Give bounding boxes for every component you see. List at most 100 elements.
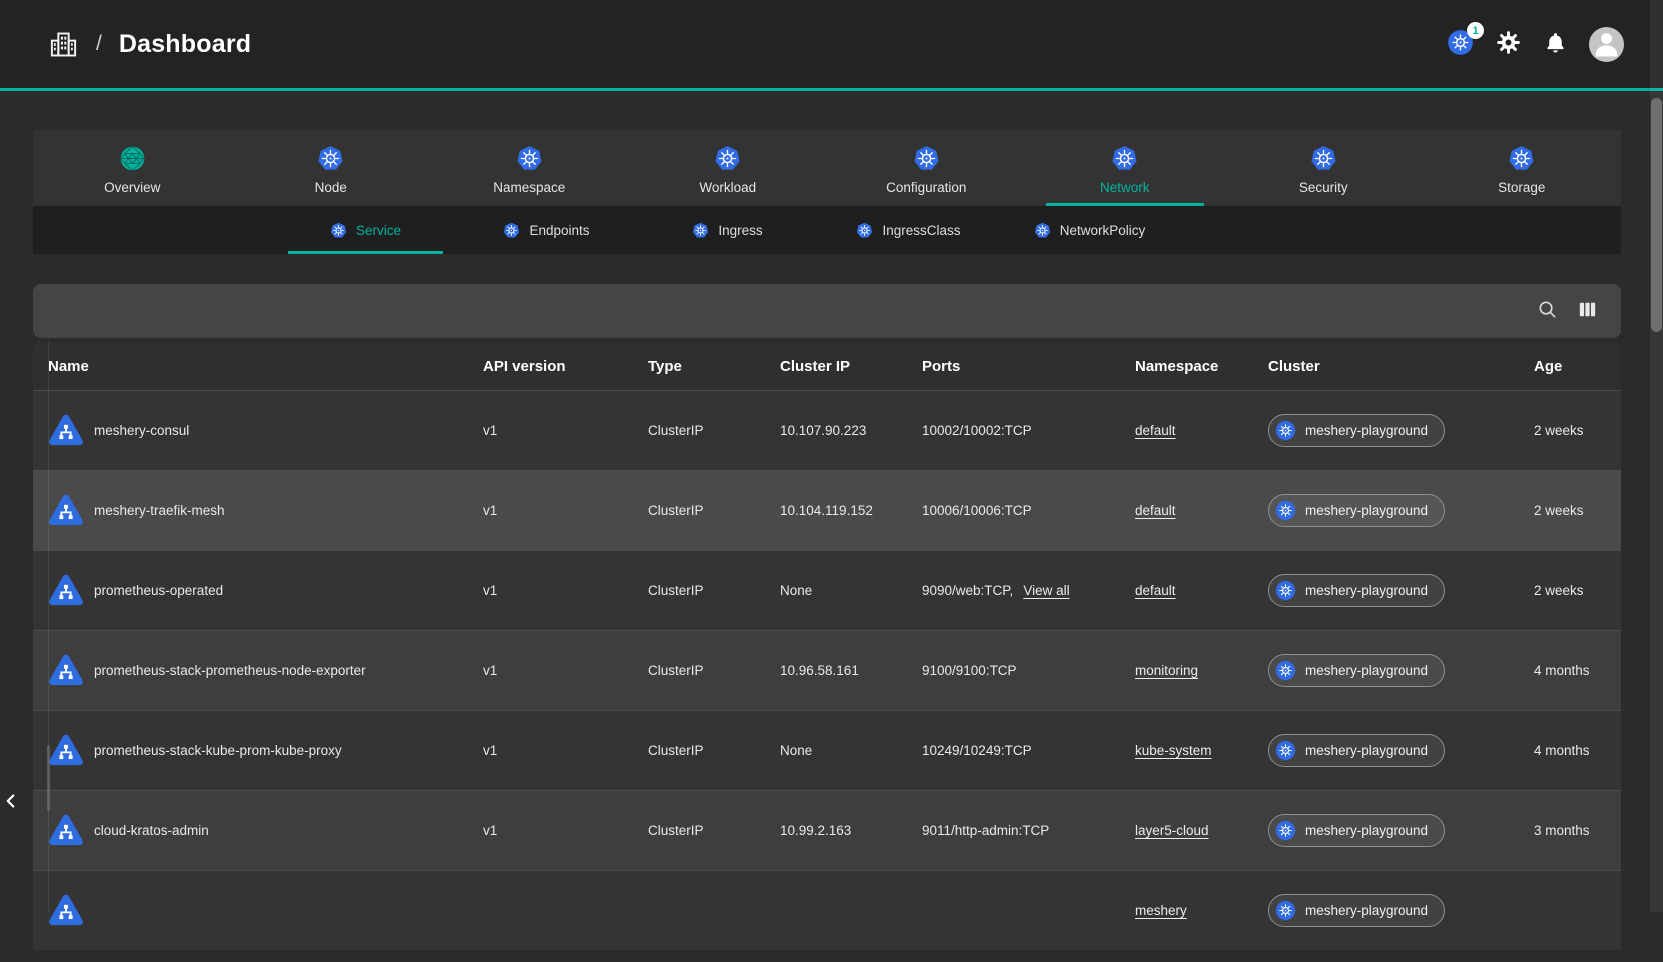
kubernetes-icon: [1275, 660, 1296, 681]
notifications-button[interactable]: [1543, 30, 1568, 58]
namespace-link[interactable]: default: [1135, 423, 1176, 438]
column-header-namespace[interactable]: Namespace: [1135, 358, 1268, 375]
gear-icon: [1495, 29, 1522, 59]
table-row-meshery-traefik-mesh[interactable]: meshery-traefik-meshv1ClusterIP10.104.11…: [33, 470, 1621, 550]
tab-node[interactable]: Node: [232, 130, 431, 206]
table-row-meshery-consul[interactable]: meshery-consulv1ClusterIP10.107.90.22310…: [33, 390, 1621, 470]
column-header-cluster[interactable]: Cluster: [1268, 358, 1534, 375]
namespace-link[interactable]: layer5-cloud: [1135, 823, 1209, 838]
tab-label: NetworkPolicy: [1060, 223, 1146, 238]
kubernetes-icon: [1275, 900, 1296, 921]
namespace-cell: monitoring: [1135, 663, 1268, 678]
column-header-api-version[interactable]: API version: [483, 358, 648, 375]
cluster-context-button[interactable]: 1: [1447, 29, 1474, 59]
namespace-link[interactable]: meshery: [1135, 903, 1187, 918]
expand-drawer-button[interactable]: [0, 780, 24, 824]
cluster-chip[interactable]: meshery-playground: [1268, 654, 1445, 687]
column-header-name[interactable]: Name: [48, 358, 483, 375]
cluster-chip[interactable]: meshery-playground: [1268, 414, 1445, 447]
search-button[interactable]: [1536, 298, 1559, 324]
tab-label: Configuration: [886, 180, 966, 195]
table-row-prometheus-stack-kube-prom-kube-proxy[interactable]: prometheus-stack-kube-prom-kube-proxyv1C…: [33, 710, 1621, 790]
kubernetes-icon: [317, 145, 344, 172]
column-header-ports[interactable]: Ports: [922, 358, 1135, 375]
tab-label: Service: [356, 223, 401, 238]
user-avatar[interactable]: [1589, 27, 1624, 62]
table-row-prometheus-operated[interactable]: prometheus-operatedv1ClusterIPNone9090/w…: [33, 550, 1621, 630]
service-name: prometheus-stack-kube-prom-kube-proxy: [94, 743, 342, 758]
tab-overview[interactable]: Overview: [33, 130, 232, 206]
tab-networkpolicy[interactable]: NetworkPolicy: [999, 206, 1180, 254]
type-cell: ClusterIP: [648, 423, 780, 438]
service-icon: [48, 893, 84, 929]
cluster-name: meshery-playground: [1305, 423, 1428, 438]
view-all-ports-link[interactable]: View all: [1023, 583, 1069, 598]
tab-configuration[interactable]: Configuration: [827, 130, 1026, 206]
ports-value: 10006/10006:TCP: [922, 503, 1032, 518]
table-header-row: NameAPI versionTypeCluster IPPortsNamesp…: [33, 342, 1621, 390]
person-icon: [1589, 27, 1624, 62]
cluster-chip[interactable]: meshery-playground: [1268, 734, 1445, 767]
cluster-ip-cell: 10.104.119.152: [780, 503, 922, 518]
header-actions: 1: [1447, 27, 1638, 62]
table-row-cloud-kratos-admin[interactable]: cloud-kratos-adminv1ClusterIP10.99.2.163…: [33, 790, 1621, 870]
cluster-chip[interactable]: meshery-playground: [1268, 894, 1445, 927]
tab-security[interactable]: Security: [1224, 130, 1423, 206]
accent-divider: [0, 88, 1663, 91]
age-cell: 2 weeks: [1534, 583, 1621, 598]
settings-button[interactable]: [1495, 29, 1522, 59]
scrollbar[interactable]: [1650, 0, 1663, 912]
tab-endpoints[interactable]: Endpoints: [456, 206, 637, 254]
namespace-link[interactable]: kube-system: [1135, 743, 1212, 758]
cluster-name: meshery-playground: [1305, 583, 1428, 598]
organization-icon[interactable]: [48, 29, 79, 60]
cluster-chip[interactable]: meshery-playground: [1268, 574, 1445, 607]
name-cell: prometheus-stack-prometheus-node-exporte…: [48, 653, 483, 689]
tab-storage[interactable]: Storage: [1423, 130, 1622, 206]
tab-label: Overview: [104, 180, 160, 195]
namespace-link[interactable]: default: [1135, 503, 1176, 518]
api-version-cell: v1: [483, 583, 648, 598]
column-header-age[interactable]: Age: [1534, 358, 1621, 375]
cluster-cell: meshery-playground: [1268, 574, 1534, 607]
name-cell: prometheus-stack-kube-prom-kube-proxy: [48, 733, 483, 769]
kubernetes-icon: [1275, 740, 1296, 761]
view-columns-button[interactable]: [1576, 298, 1599, 324]
column-header-cluster-ip[interactable]: Cluster IP: [780, 358, 922, 375]
services-table: NameAPI versionTypeCluster IPPortsNamesp…: [33, 342, 1621, 962]
type-cell: ClusterIP: [648, 583, 780, 598]
columns-icon: [1576, 298, 1599, 324]
cluster-cell: meshery-playground: [1268, 814, 1534, 847]
ports-value: 9090/web:TCP,: [922, 583, 1013, 598]
service-name: cloud-kratos-admin: [94, 823, 209, 838]
tab-label: Workload: [699, 180, 756, 195]
cluster-chip[interactable]: meshery-playground: [1268, 814, 1445, 847]
tab-network[interactable]: Network: [1026, 130, 1225, 206]
namespace-link[interactable]: monitoring: [1135, 663, 1198, 678]
name-cell: prometheus-operated: [48, 573, 483, 609]
service-icon: [48, 413, 84, 449]
kubernetes-icon: [714, 145, 741, 172]
chevron-left-icon: [0, 790, 22, 815]
cluster-cell: meshery-playground: [1268, 494, 1534, 527]
tab-label: Namespace: [493, 180, 565, 195]
cluster-cell: meshery-playground: [1268, 894, 1534, 927]
namespace-link[interactable]: default: [1135, 583, 1176, 598]
tab-ingress[interactable]: Ingress: [637, 206, 818, 254]
api-version-cell: v1: [483, 743, 648, 758]
tab-service[interactable]: Service: [275, 206, 456, 254]
cluster-chip[interactable]: meshery-playground: [1268, 494, 1445, 527]
scrollbar-thumb[interactable]: [1651, 98, 1662, 332]
cluster-cell: meshery-playground: [1268, 734, 1534, 767]
ports-value: 10002/10002:TCP: [922, 423, 1032, 438]
cluster-name: meshery-playground: [1305, 903, 1428, 918]
tab-workload[interactable]: Workload: [629, 130, 828, 206]
table-row-partial[interactable]: meshery meshery-playground: [33, 870, 1621, 950]
cluster-ip-cell: 10.96.58.161: [780, 663, 922, 678]
column-header-type[interactable]: Type: [648, 358, 780, 375]
table-row-prometheus-stack-prometheus-node-exporter[interactable]: prometheus-stack-prometheus-node-exporte…: [33, 630, 1621, 710]
tab-namespace[interactable]: Namespace: [430, 130, 629, 206]
cluster-name: meshery-playground: [1305, 743, 1428, 758]
tab-ingressclass[interactable]: IngressClass: [818, 206, 999, 254]
service-icon: [48, 653, 84, 689]
